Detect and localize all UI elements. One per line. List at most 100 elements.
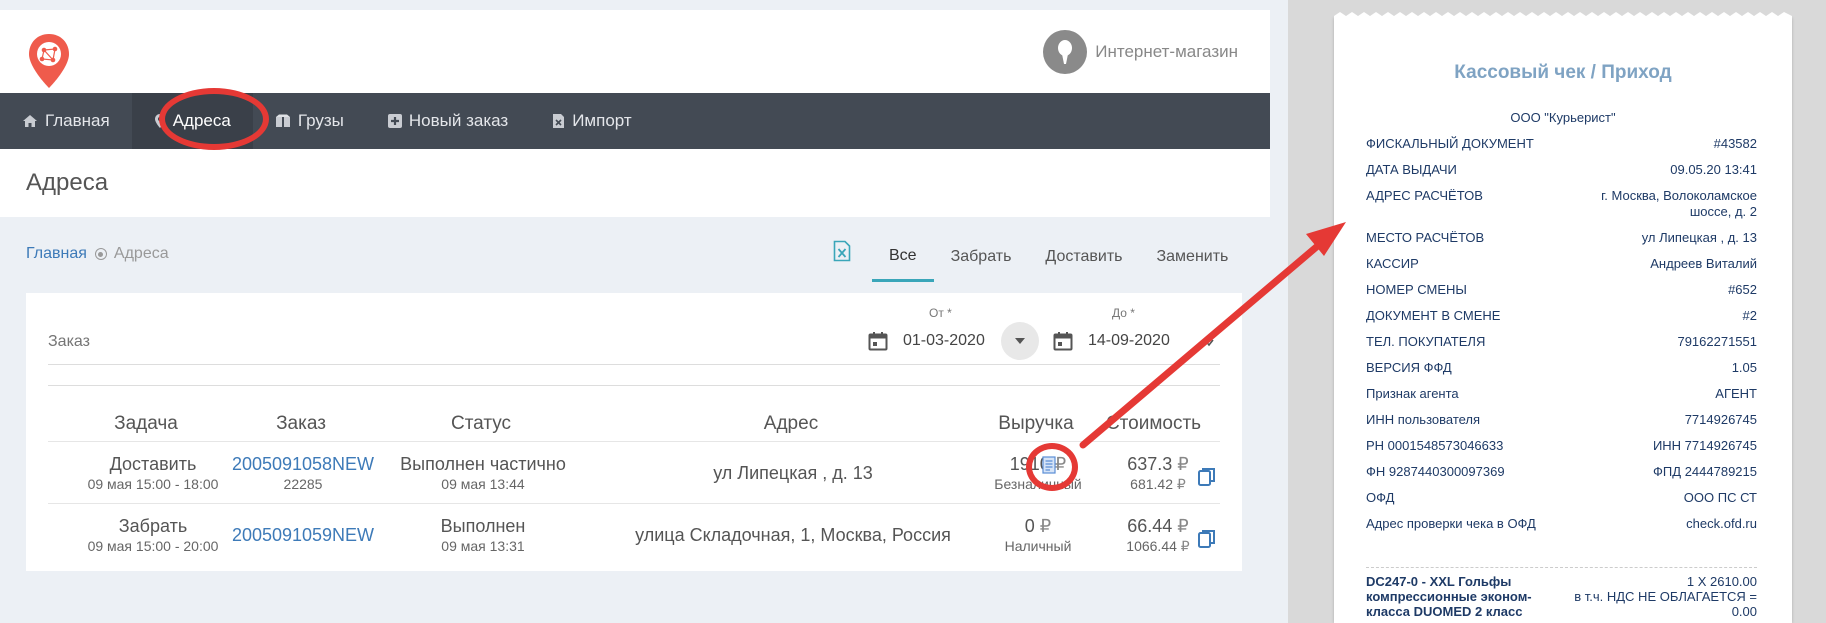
- receipt-value: 79162271551: [1677, 334, 1757, 349]
- task-type: Забрать: [118, 516, 188, 536]
- divider: [48, 364, 1220, 365]
- receipt-row: Признак агента АГЕНТ: [1366, 386, 1757, 402]
- order-cell: 2005091059NEW: [228, 524, 378, 546]
- receipt-row: ТЕЛ. ПОКУПАТЕЛЯ 79162271551: [1366, 334, 1757, 350]
- column-header-cost[interactable]: Стоимость: [1096, 413, 1211, 435]
- receipt-row: РН 0001548573046633 ИНН 7714926745: [1366, 438, 1757, 454]
- receipt-row: МЕСТО РАСЧЁТОВ ул Липецкая , д. 13: [1366, 230, 1757, 246]
- order-link[interactable]: 2005091058NEW: [228, 453, 378, 475]
- order-link[interactable]: 2005091059NEW: [228, 524, 378, 546]
- receipt-item-amount: 1 X 2610.00 в т.ч. НДС НЕ ОБЛАГАЕТСЯ = 0…: [1557, 574, 1757, 619]
- task-cell: Доставить 09 мая 15:00 - 18:00: [78, 453, 228, 493]
- receipt-value: #2: [1742, 308, 1757, 323]
- status-time: 09 мая 13:44: [441, 476, 525, 492]
- target-icon: [94, 248, 107, 260]
- task-time: 09 мая 15:00 - 18:00: [87, 476, 219, 492]
- column-header-task[interactable]: Задача: [81, 413, 211, 435]
- table-row[interactable]: Забрать 09 мая 15:00 - 20:00 2005091059N…: [48, 503, 1220, 565]
- chevron-down-icon[interactable]: [1204, 339, 1214, 347]
- receipt-key: ФИСКАЛЬНЫЙ ДОКУМЕНТ: [1366, 136, 1534, 151]
- payment-type: Наличный: [1004, 538, 1072, 554]
- receipt-key: ВЕРСИЯ ФФД: [1366, 360, 1452, 375]
- home-icon: [23, 115, 37, 127]
- address-text: улица Складочная, 1, Москва, Россия: [635, 525, 951, 545]
- order-cell: 2005091058NEW 22285: [228, 453, 378, 493]
- calendar-icon: [868, 332, 888, 351]
- column-header-order[interactable]: Заказ: [226, 413, 376, 435]
- tab-deliver[interactable]: Доставить: [1028, 232, 1139, 282]
- addresses-panel: От * 01-03-2020 До * 14-09-2020 Задача З…: [26, 293, 1242, 571]
- currency-sign: ₽: [1054, 454, 1067, 474]
- nav-item-cargo[interactable]: Грузы: [253, 93, 366, 149]
- receipt-row: ДОКУМЕНТ В СМЕНЕ #2: [1366, 308, 1757, 324]
- tab-all[interactable]: Все: [872, 232, 934, 282]
- nav-item-label: Новый заказ: [408, 111, 509, 130]
- date-from-value: 01-03-2020: [903, 332, 985, 349]
- currency-sign: ₽: [1176, 476, 1186, 492]
- receipt-item: DC247-0 - XXL Гольфы компрессионные экон…: [1366, 574, 1757, 619]
- revenue-amount: 0: [1024, 516, 1035, 536]
- receipt-item-vat: в т.ч. НДС НЕ ОБЛАГАЕТСЯ = 0.00: [1574, 589, 1757, 619]
- breadcrumb-current-label: Адреса: [113, 245, 169, 262]
- nav-item-addresses[interactable]: Адреса: [131, 93, 253, 149]
- nav-item-home[interactable]: Главная: [0, 93, 132, 149]
- receipt-key: Признак агента: [1366, 386, 1459, 401]
- page-title: Адреса: [26, 169, 109, 196]
- cost-total: 1066.44: [1126, 538, 1177, 554]
- date-from-label: От *: [929, 306, 952, 320]
- plus-square-icon: [387, 114, 402, 128]
- receipt-key: НОМЕР СМЕНЫ: [1366, 282, 1467, 297]
- address-cell: ул Липецкая , д. 13: [628, 462, 958, 484]
- receipt-row: АДРЕС РАСЧЁТОВ г. Москва, Волоколамское ш…: [1366, 188, 1757, 220]
- nav-item-new-order[interactable]: Новый заказ: [366, 93, 530, 149]
- user-menu[interactable]: Интернет-магазин: [1043, 30, 1238, 74]
- breadcrumb: Главная Адреса: [26, 245, 169, 263]
- breadcrumb-home-link[interactable]: Главная: [26, 245, 87, 263]
- receipt-key: ОФД: [1366, 490, 1395, 505]
- logo-icon[interactable]: [26, 32, 72, 90]
- task-time: 09 мая 15:00 - 20:00: [87, 538, 219, 554]
- receipt-value: г. Москва, Волоколамское шоссе, д. 2: [1601, 188, 1757, 219]
- receipt-key: РН 0001548573046633: [1366, 438, 1504, 453]
- receipt-organization: ООО "Курьерист": [1510, 110, 1616, 125]
- date-to-label: До *: [1112, 306, 1135, 320]
- user-icon: [1058, 40, 1073, 64]
- column-header-address[interactable]: Адрес: [626, 413, 956, 435]
- date-range-toggle[interactable]: [1001, 322, 1039, 360]
- nav-item-label: Грузы: [297, 111, 344, 130]
- receipt-value: ФПД 2444789215: [1653, 464, 1757, 479]
- receipt-icon[interactable]: [1042, 456, 1056, 474]
- status-text: Выполнен частично: [400, 454, 566, 474]
- nav-item-import[interactable]: Импорт: [530, 93, 653, 149]
- status-text: Выполнен: [440, 516, 526, 536]
- order-search-input[interactable]: [48, 327, 718, 357]
- chevron-down-icon: [1015, 338, 1025, 344]
- excel-export-icon[interactable]: [833, 240, 851, 262]
- cost-cell: 637.3 ₽ 681.42 ₽: [1103, 453, 1213, 493]
- receipt-value: #43582: [1713, 136, 1757, 151]
- box-icon: [275, 114, 290, 127]
- receipt-key: ТЕЛ. ПОКУПАТЕЛЯ: [1366, 334, 1486, 349]
- currency-sign: ₽: [1180, 538, 1190, 554]
- receipt-row: НОМЕР СМЕНЫ #652: [1366, 282, 1757, 298]
- receipt-value: Андреев Виталий: [1650, 256, 1757, 271]
- tab-pickup[interactable]: Забрать: [934, 232, 1029, 282]
- date-from-field[interactable]: 01-03-2020: [868, 331, 985, 351]
- avatar: [1043, 30, 1088, 74]
- copy-icon[interactable]: [1198, 529, 1216, 549]
- receipt-preview: Кассовый чек / Приход ООО "Курьерист" ФИ…: [1334, 12, 1792, 623]
- receipt-key: ДАТА ВЫДАЧИ: [1366, 162, 1457, 177]
- copy-icon[interactable]: [1198, 467, 1216, 487]
- receipt-key: ФН 9287440300097369: [1366, 464, 1505, 479]
- tab-replace[interactable]: Заменить: [1139, 232, 1245, 282]
- column-header-status[interactable]: Статус: [396, 413, 566, 435]
- receipt-torn-edge: [1334, 12, 1792, 20]
- receipt-row: ФН 9287440300097369 ФПД 2444789215: [1366, 464, 1757, 480]
- revenue-cell: 1910 ₽ Безналичный: [988, 453, 1088, 493]
- receipt-value: #652: [1728, 282, 1757, 297]
- receipt-value: ул Липецкая , д. 13: [1641, 230, 1757, 245]
- receipt-key: ИНН пользователя: [1366, 412, 1481, 427]
- receipt-key: АДРЕС РАСЧЁТОВ: [1366, 188, 1483, 203]
- date-to-field[interactable]: 14-09-2020: [1053, 331, 1170, 351]
- column-header-revenue[interactable]: Выручка: [986, 413, 1086, 435]
